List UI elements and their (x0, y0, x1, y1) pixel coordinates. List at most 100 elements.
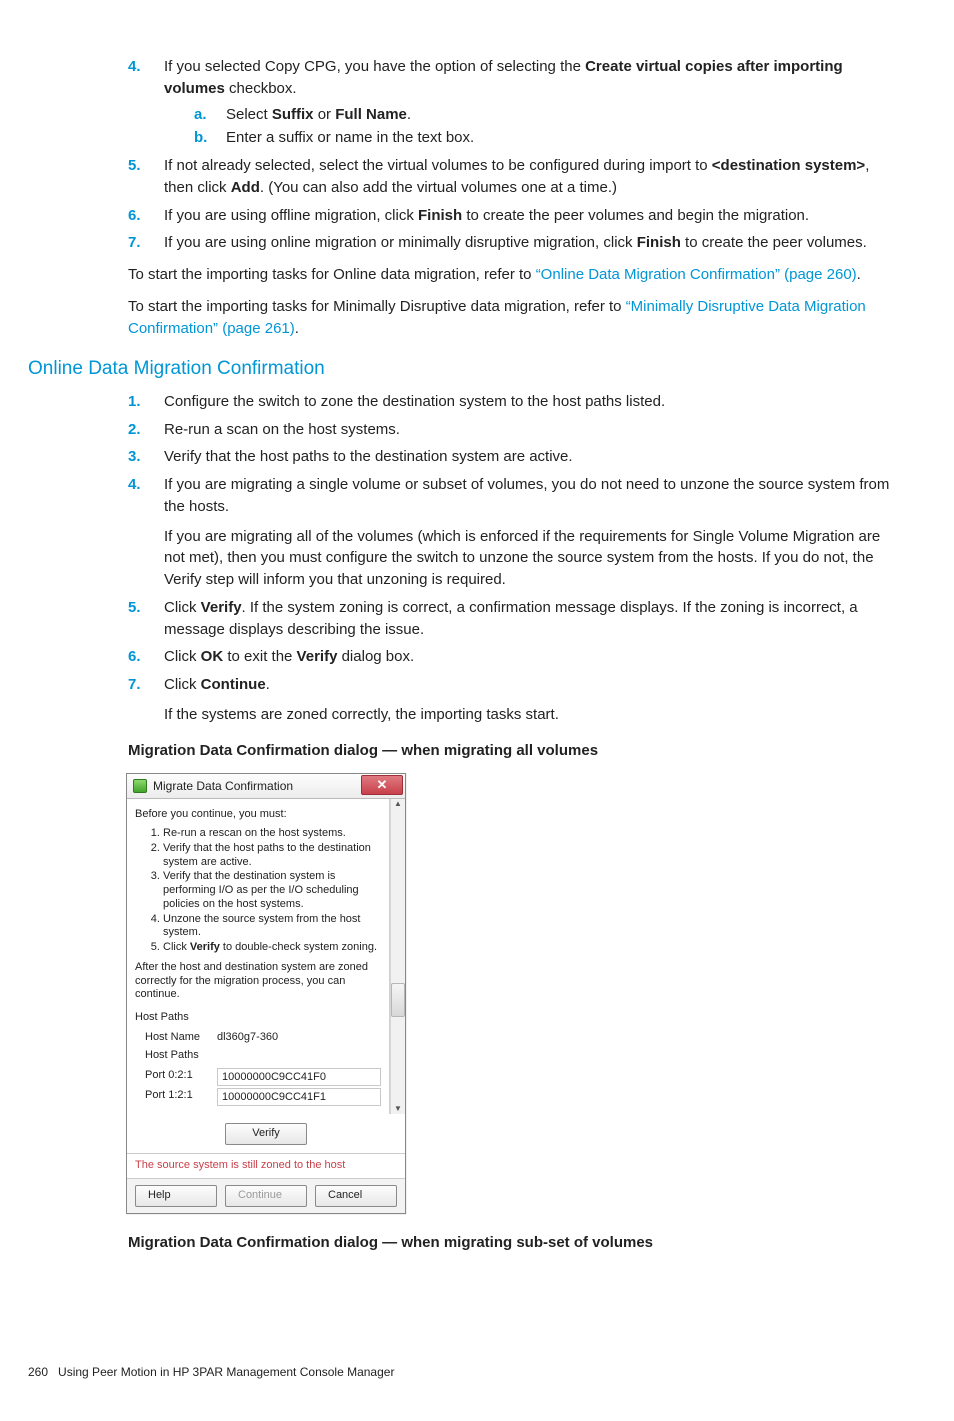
dialog-body: Before you continue, you must: Re-run a … (127, 799, 405, 1114)
text: . If the system zoning is correct, a con… (164, 599, 858, 638)
bold: Full Name (335, 106, 407, 123)
text: . (407, 106, 411, 123)
cancel-button[interactable]: Cancel (315, 1185, 397, 1207)
step-4: 4. If you selected Copy CPG, you have th… (128, 56, 898, 149)
port-row: Port 0:2:1 10000000C9CC41F0 (145, 1068, 381, 1086)
bold: OK (201, 648, 224, 665)
step-paragraph: If the systems are zoned correctly, the … (164, 704, 898, 726)
substep-a: a. Select Suffix or Full Name. (194, 104, 898, 126)
dialog-before-text: Before you continue, you must: (135, 807, 381, 823)
dialog-step: Verify that the destination system is pe… (163, 870, 381, 911)
paragraph-online-ref: To start the importing tasks for Online … (128, 264, 898, 286)
text: . (857, 266, 861, 283)
section-title-online-data-migration: Online Data Migration Confirmation (28, 355, 898, 383)
host-name-value: dl360g7-360 (217, 1030, 381, 1046)
text: dialog box. (337, 648, 414, 665)
step-marker: 4. (128, 56, 156, 78)
step-3: 3. Verify that the host paths to the des… (128, 446, 898, 468)
substep-b: b. Enter a suffix or name in the text bo… (194, 127, 898, 149)
bold: Verify (201, 599, 242, 616)
page-footer: 260 Using Peer Motion in HP 3PAR Managem… (28, 1364, 926, 1381)
step-text: If not already selected, select the virt… (164, 157, 869, 196)
step-text: Configure the switch to zone the destina… (164, 393, 665, 410)
dialog-content: Before you continue, you must: Re-run a … (127, 799, 390, 1114)
text: If you are using offline migration, clic… (164, 207, 418, 224)
text: To start the importing tasks for Minimal… (128, 298, 626, 315)
step-paragraph: If you are migrating all of the volumes … (164, 526, 898, 591)
text: To start the importing tasks for Online … (128, 266, 536, 283)
step-marker: 4. (128, 474, 156, 496)
step-marker: 7. (128, 674, 156, 696)
dialog-steps: Re-run a rescan on the host systems. Ver… (135, 827, 381, 955)
text: If you selected Copy CPG, you have the o… (164, 58, 585, 75)
host-name-label: Host Name (145, 1030, 217, 1046)
bold: Verify (190, 941, 220, 953)
step-5: 5. If not already selected, select the v… (128, 155, 898, 199)
port-value-input[interactable]: 10000000C9CC41F0 (217, 1068, 381, 1086)
step-text: Re-run a scan on the host systems. (164, 421, 400, 438)
scroll-up-icon[interactable]: ▲ (394, 799, 402, 809)
help-button[interactable]: Help (135, 1185, 217, 1207)
substep-text: Select Suffix or Full Name. (226, 106, 411, 123)
dialog-caption-all-volumes: Migration Data Confirmation dialog — whe… (128, 740, 898, 762)
text: Click (164, 676, 201, 693)
link-online-data-migration[interactable]: “Online Data Migration Confirmation” (pa… (536, 266, 857, 283)
footer-text: Using Peer Motion in HP 3PAR Management … (58, 1365, 394, 1379)
procedure-list-1: 4. If you selected Copy CPG, you have th… (128, 56, 898, 254)
bold: Finish (637, 234, 681, 251)
text: to double-check system zoning. (220, 941, 377, 953)
step-marker: 3. (128, 446, 156, 468)
scrollbar[interactable]: ▲ ▼ (390, 799, 405, 1114)
bold: Finish (418, 207, 462, 224)
step-text: Click Continue. (164, 676, 270, 693)
procedure-list-2: 1. Configure the switch to zone the dest… (128, 391, 898, 726)
text: . (You can also add the virtual volumes … (260, 179, 617, 196)
text: . (295, 320, 299, 337)
bold: Continue (201, 676, 266, 693)
text: checkbox. (225, 80, 297, 97)
dialog-step: Verify that the host paths to the destin… (163, 842, 381, 870)
verify-row: Verify (127, 1114, 405, 1153)
text: Select (226, 106, 272, 123)
verify-button[interactable]: Verify (225, 1123, 307, 1145)
close-button[interactable]: ✕ (361, 775, 403, 795)
port-label: Port 0:2:1 (145, 1068, 217, 1086)
step-2: 2. Re-run a scan on the host systems. (128, 419, 898, 441)
step-7b: 7. Click Continue. If the systems are zo… (128, 674, 898, 726)
step-6b: 6. Click OK to exit the Verify dialog bo… (128, 646, 898, 668)
continue-button[interactable]: Continue (225, 1185, 307, 1207)
text: to create the peer volumes. (681, 234, 867, 251)
text: to create the peer volumes and begin the… (462, 207, 809, 224)
migrate-data-confirmation-dialog: Migrate Data Confirmation ✕ Before you c… (126, 773, 406, 1214)
app-icon (133, 779, 147, 793)
substep-marker: b. (194, 127, 222, 149)
scroll-down-icon[interactable]: ▼ (394, 1104, 402, 1114)
port-label: Port 1:2:1 (145, 1088, 217, 1106)
step-marker: 5. (128, 155, 156, 177)
dialog-titlebar[interactable]: Migrate Data Confirmation ✕ (127, 774, 405, 799)
page-number: 260 (28, 1365, 48, 1379)
text: Click (164, 599, 201, 616)
step-text: If you selected Copy CPG, you have the o… (164, 58, 843, 97)
step-5b: 5. Click Verify. If the system zoning is… (128, 597, 898, 641)
dialog-step: Re-run a rescan on the host systems. (163, 827, 381, 841)
step-marker: 1. (128, 391, 156, 413)
text: Click (164, 648, 201, 665)
bold: Suffix (272, 106, 314, 123)
step-marker: 6. (128, 205, 156, 227)
step-7: 7. If you are using online migration or … (128, 232, 898, 254)
host-paths-subheading: Host Paths (145, 1048, 381, 1064)
dialog-step: Unzone the source system from the host s… (163, 913, 381, 941)
step-text: If you are migrating a single volume or … (164, 476, 889, 515)
paragraph-mdm-ref: To start the importing tasks for Minimal… (128, 296, 898, 340)
page-body: 4. If you selected Copy CPG, you have th… (128, 56, 898, 1254)
step-marker: 2. (128, 419, 156, 441)
text: If not already selected, select the virt… (164, 157, 712, 174)
bold: Verify (297, 648, 338, 665)
dialog-step: Click Verify to double-check system zoni… (163, 941, 381, 955)
substep-text: Enter a suffix or name in the text box. (226, 129, 474, 146)
scroll-thumb[interactable] (391, 983, 405, 1017)
dialog-caption-subset: Migration Data Confirmation dialog — whe… (128, 1232, 898, 1254)
port-value-input[interactable]: 10000000C9CC41F1 (217, 1088, 381, 1106)
text: . (266, 676, 270, 693)
